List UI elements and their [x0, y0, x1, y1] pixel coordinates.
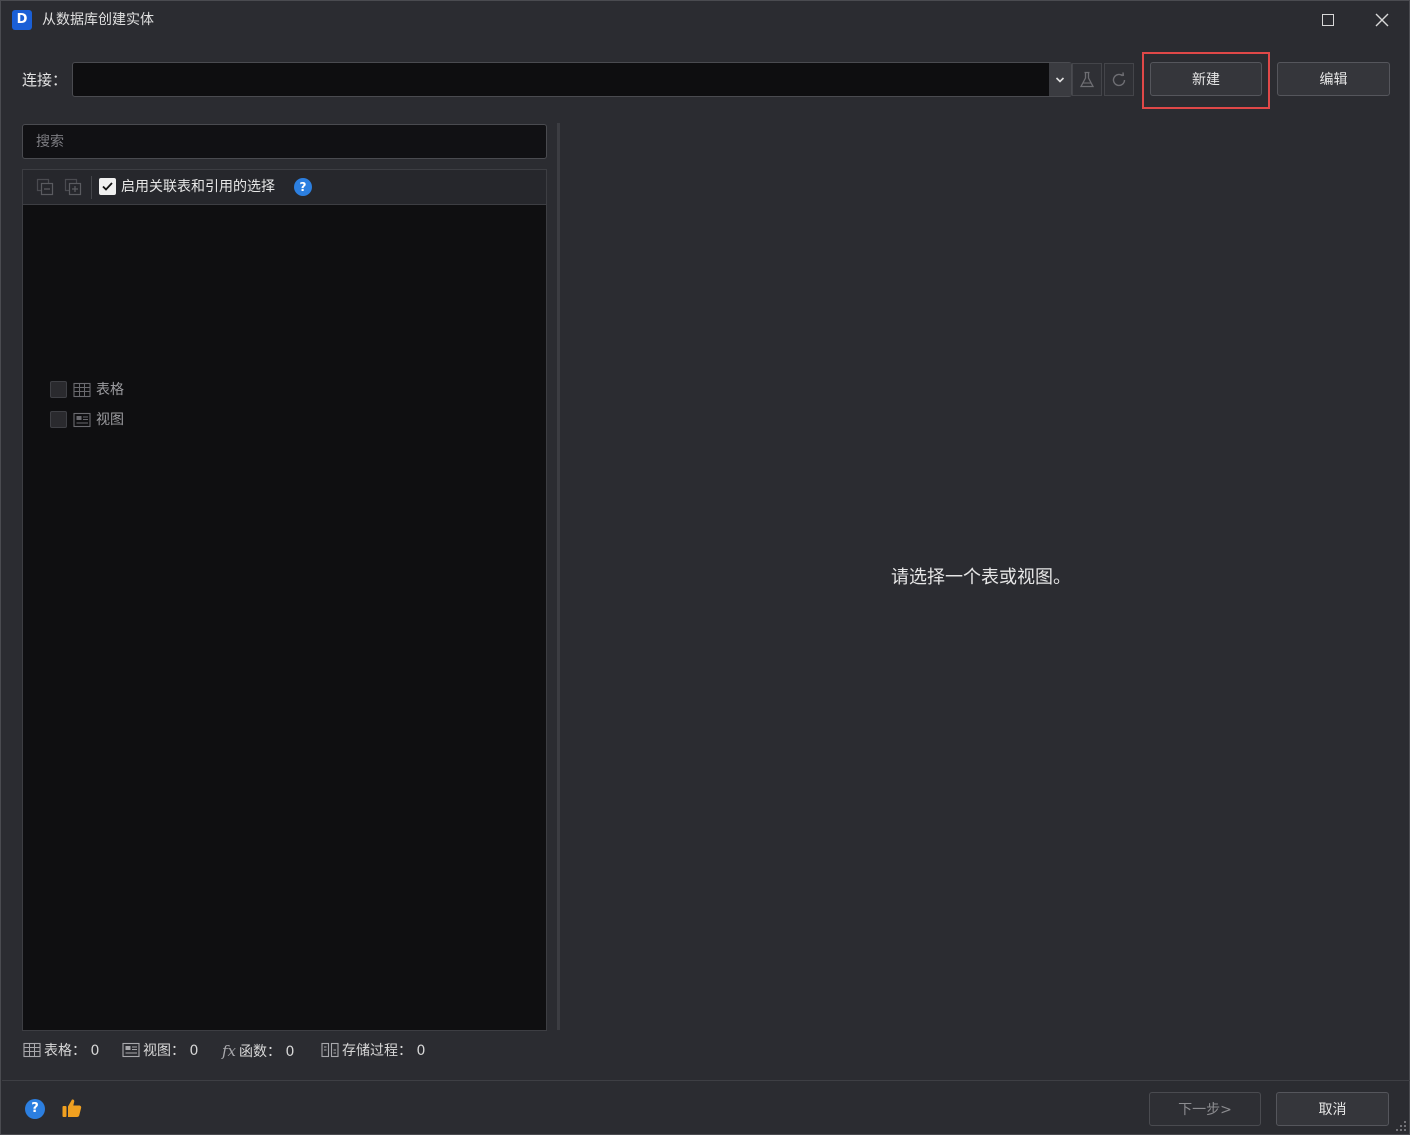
tree-toolbar: 启用关联表和引用的选择 ? [23, 170, 546, 205]
procedures-count: 0 [416, 1043, 426, 1059]
empty-selection-message: 请选择一个表或视图。 [891, 567, 1071, 588]
help-button[interactable]: ? [25, 1099, 45, 1119]
views-count-label: 视图： [143, 1043, 185, 1059]
panel-splitter[interactable] [557, 123, 560, 1030]
tree-item-views[interactable]: 视图 [50, 408, 350, 432]
collapse-all-icon[interactable] [36, 178, 54, 196]
toolbar-separator [91, 176, 92, 199]
connection-dropdown-button[interactable] [1049, 63, 1071, 96]
related-selection-checkbox[interactable] [99, 178, 116, 195]
views-checkbox[interactable] [50, 411, 67, 428]
checkmark-icon [102, 182, 113, 191]
functions-count-label: 函数： [239, 1044, 282, 1060]
view-icon [73, 412, 91, 428]
function-icon: fx [222, 1042, 237, 1060]
functions-count: 0 [285, 1044, 295, 1060]
new-connection-button[interactable]: 新建 [1150, 62, 1262, 96]
tree-item-tables[interactable]: 表格 [50, 378, 350, 402]
maximize-button[interactable] [1305, 1, 1351, 39]
window-title: 从数据库创建实体 [42, 12, 154, 28]
close-button[interactable] [1359, 1, 1405, 39]
status-procedures: 存储过程： 0 [321, 1041, 425, 1061]
next-button[interactable]: 下一步> [1149, 1092, 1261, 1126]
status-functions: fx 函数： 0 [222, 1041, 294, 1061]
table-icon [23, 1042, 41, 1058]
connection-label: 连接： [22, 71, 68, 89]
maximize-icon [1322, 14, 1334, 26]
tables-label: 表格 [96, 382, 124, 398]
tables-count: 0 [90, 1043, 100, 1059]
chevron-down-icon [1055, 76, 1065, 83]
thumbs-up-icon[interactable] [61, 1097, 83, 1119]
refresh-icon [1112, 71, 1126, 86]
procedures-count-label: 存储过程： [342, 1043, 412, 1059]
cancel-button[interactable]: 取消 [1276, 1092, 1389, 1126]
views-count: 0 [189, 1043, 199, 1059]
view-icon [122, 1042, 140, 1058]
edit-connection-button[interactable]: 编辑 [1277, 62, 1390, 96]
related-selection-label[interactable]: 启用关联表和引用的选择 [121, 177, 275, 197]
app-logo-icon: D [12, 10, 32, 30]
object-tree-panel: 启用关联表和引用的选择 ? 表格 视图 [22, 169, 547, 1031]
title-bar: D 从数据库创建实体 [1, 1, 1409, 39]
views-label: 视图 [96, 412, 124, 428]
expand-all-icon[interactable] [64, 178, 82, 196]
footer-divider [2, 1080, 1410, 1081]
procedure-icon [321, 1042, 339, 1058]
help-icon[interactable]: ? [294, 178, 312, 196]
resize-grip-icon[interactable] [1393, 1118, 1407, 1132]
refresh-button[interactable] [1104, 63, 1134, 96]
flask-icon [1079, 71, 1095, 87]
connection-select[interactable] [72, 62, 1072, 97]
search-input[interactable] [22, 124, 547, 159]
table-icon [73, 382, 91, 398]
tables-count-label: 表格： [44, 1043, 86, 1059]
tables-checkbox[interactable] [50, 381, 67, 398]
status-tables: 表格： 0 [23, 1041, 99, 1061]
dialog-window: D 从数据库创建实体 连接： 新建 编辑 搜索 启用关联表和引用的选择 ? 表格… [0, 0, 1410, 1135]
test-connection-button[interactable] [1072, 63, 1102, 96]
status-views: 视图： 0 [122, 1041, 198, 1061]
close-icon [1375, 13, 1389, 27]
